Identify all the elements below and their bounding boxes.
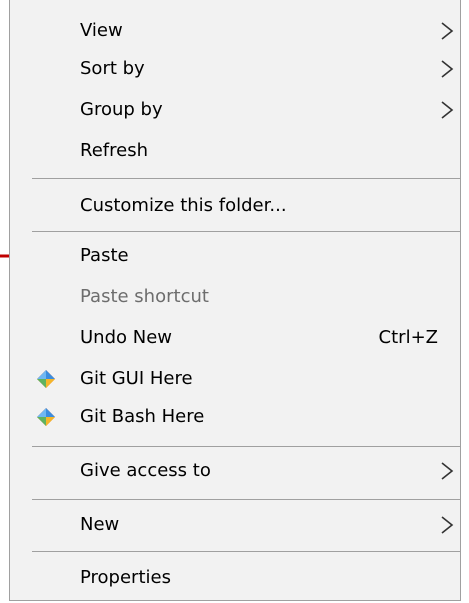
menu-item-paste-shortcut: Paste shortcut bbox=[10, 278, 460, 316]
menu-item-label: Git GUI Here bbox=[80, 368, 193, 389]
menu-item-customize-folder[interactable]: Customize this folder... bbox=[10, 187, 460, 225]
chevron-right-icon bbox=[441, 60, 454, 78]
git-diamond-icon bbox=[37, 408, 55, 426]
menu-item-git-bash-here[interactable]: Git Bash Here bbox=[10, 398, 460, 436]
git-diamond-icon bbox=[37, 370, 55, 388]
menu-item-undo-new[interactable]: Undo New Ctrl+Z bbox=[10, 319, 460, 357]
menu-item-label: View bbox=[80, 20, 123, 41]
menu-item-shortcut: Ctrl+Z bbox=[378, 327, 438, 348]
menu-item-label: Properties bbox=[80, 567, 171, 588]
menu-separator bbox=[32, 499, 460, 500]
menu-item-view[interactable]: View bbox=[10, 12, 460, 50]
menu-item-label: Refresh bbox=[80, 140, 148, 161]
menu-item-give-access-to[interactable]: Give access to bbox=[10, 452, 460, 490]
menu-item-label: Customize this folder... bbox=[80, 195, 287, 216]
menu-separator bbox=[32, 551, 460, 552]
chevron-right-icon bbox=[441, 101, 454, 119]
menu-item-refresh[interactable]: Refresh bbox=[10, 132, 460, 170]
menu-item-label: Group by bbox=[80, 99, 163, 120]
menu-item-label: Git Bash Here bbox=[80, 406, 205, 427]
menu-item-label: Paste bbox=[80, 245, 129, 266]
context-menu: View Sort by Group by Refresh Customize … bbox=[9, 0, 461, 601]
menu-separator bbox=[32, 178, 460, 179]
menu-item-git-gui-here[interactable]: Git GUI Here bbox=[10, 360, 460, 398]
page: View Sort by Group by Refresh Customize … bbox=[0, 0, 469, 603]
menu-item-new[interactable]: New bbox=[10, 506, 460, 544]
menu-item-label: Paste shortcut bbox=[80, 286, 209, 307]
menu-item-group-by[interactable]: Group by bbox=[10, 91, 460, 129]
chevron-right-icon bbox=[441, 22, 454, 40]
menu-item-label: Undo New bbox=[80, 327, 173, 348]
menu-item-properties[interactable]: Properties bbox=[10, 559, 460, 597]
menu-item-sort-by[interactable]: Sort by bbox=[10, 50, 460, 88]
chevron-right-icon bbox=[441, 462, 454, 480]
menu-item-label: Give access to bbox=[80, 460, 211, 481]
menu-item-label: New bbox=[80, 514, 120, 535]
menu-item-label: Sort by bbox=[80, 58, 145, 79]
chevron-right-icon bbox=[441, 516, 454, 534]
menu-item-paste[interactable]: Paste bbox=[10, 237, 460, 275]
menu-separator bbox=[32, 231, 460, 232]
menu-separator bbox=[32, 446, 460, 447]
